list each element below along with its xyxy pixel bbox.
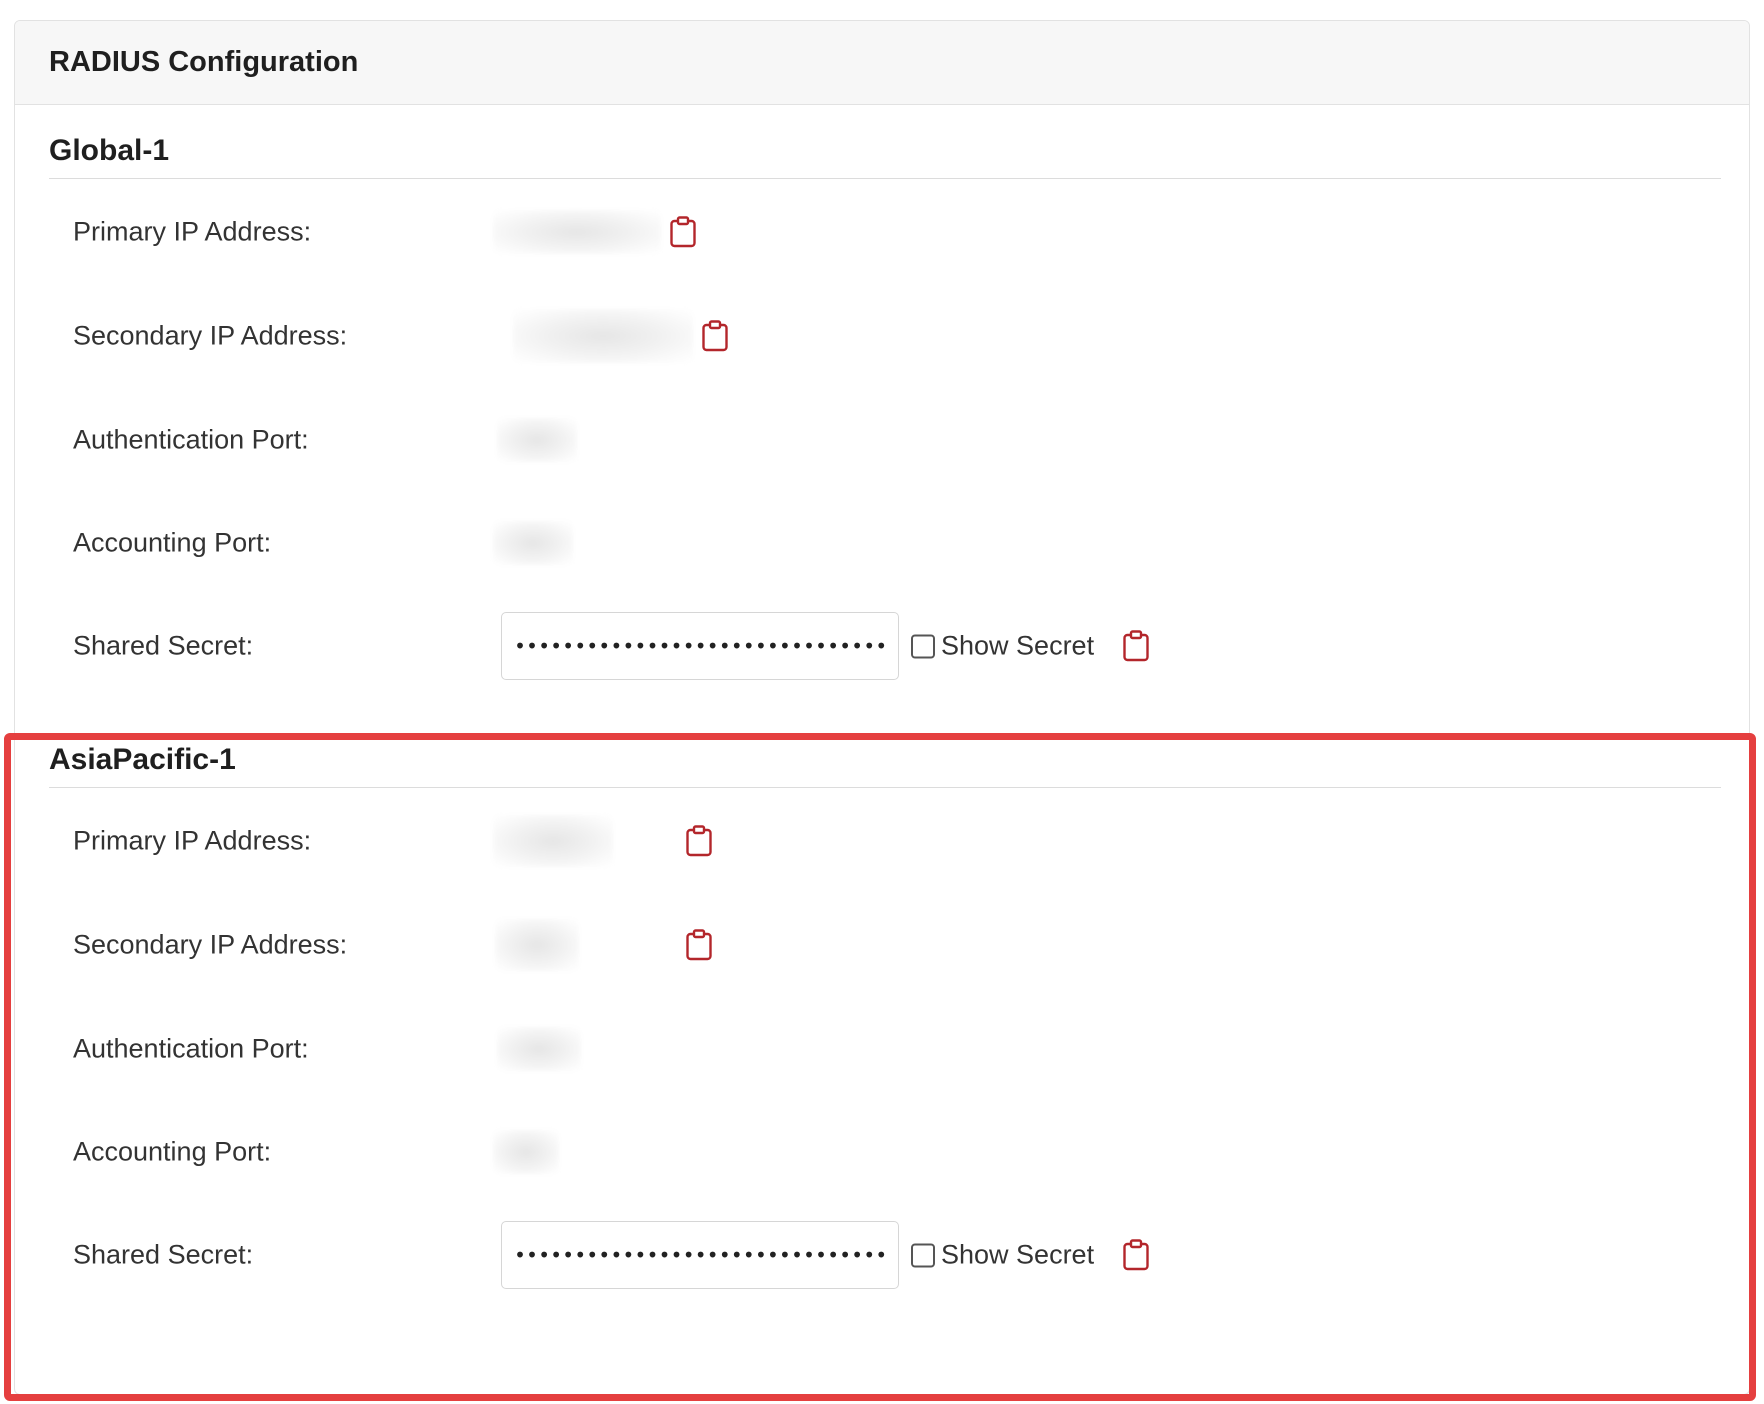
clipboard-icon[interactable] xyxy=(685,929,713,961)
shared-secret-row: Shared Secret: Show Secret xyxy=(73,1221,1713,1289)
section-asiapacific-1: AsiaPacific-1 Primary IP Address: Second… xyxy=(49,743,1721,1289)
acct-port-label: Accounting Port: xyxy=(73,1136,272,1167)
primary-ip-value-redacted xyxy=(493,815,613,867)
card-header: RADIUS Configuration xyxy=(15,21,1749,105)
show-secret-label: Show Secret xyxy=(941,1239,1095,1270)
acct-port-value-redacted xyxy=(493,1130,559,1174)
clipboard-icon[interactable] xyxy=(1122,1239,1150,1271)
primary-ip-value-redacted xyxy=(493,210,661,254)
section-title: AsiaPacific-1 xyxy=(49,743,1721,788)
acct-port-value-redacted xyxy=(493,521,573,565)
auth-port-label: Authentication Port: xyxy=(73,424,309,455)
acct-port-row: Accounting Port: xyxy=(73,1122,1713,1182)
auth-port-row: Authentication Port: xyxy=(73,1019,1713,1079)
clipboard-icon[interactable] xyxy=(669,216,697,248)
section-title: Global-1 xyxy=(49,134,1721,179)
acct-port-label: Accounting Port: xyxy=(73,527,272,558)
secondary-ip-value-redacted xyxy=(513,309,693,363)
acct-port-row: Accounting Port: xyxy=(73,513,1713,573)
auth-port-value-redacted xyxy=(497,1027,581,1071)
show-secret-checkbox[interactable] xyxy=(911,1243,935,1267)
auth-port-label: Authentication Port: xyxy=(73,1033,309,1064)
auth-port-value-redacted xyxy=(497,418,577,462)
shared-secret-label: Shared Secret: xyxy=(73,630,254,661)
auth-port-row: Authentication Port: xyxy=(73,410,1713,470)
secondary-ip-label: Secondary IP Address: xyxy=(73,929,348,960)
section-global-1: Global-1 Primary IP Address: Secondary I… xyxy=(49,134,1721,680)
primary-ip-label: Primary IP Address: xyxy=(73,825,312,856)
shared-secret-input[interactable] xyxy=(501,1221,899,1289)
secondary-ip-label: Secondary IP Address: xyxy=(73,320,348,351)
secondary-ip-value-redacted xyxy=(495,919,579,971)
radius-configuration-card: RADIUS Configuration Global-1 Primary IP… xyxy=(14,20,1750,1395)
show-secret-toggle[interactable]: Show Secret xyxy=(911,1240,1094,1271)
shared-secret-label: Shared Secret: xyxy=(73,1239,254,1270)
primary-ip-row: Primary IP Address: xyxy=(73,202,1713,262)
card-title: RADIUS Configuration xyxy=(49,46,359,78)
show-secret-checkbox[interactable] xyxy=(911,634,935,658)
clipboard-icon[interactable] xyxy=(1122,630,1150,662)
show-secret-toggle[interactable]: Show Secret xyxy=(911,631,1094,662)
show-secret-label: Show Secret xyxy=(941,630,1095,661)
clipboard-icon[interactable] xyxy=(685,825,713,857)
shared-secret-row: Shared Secret: Show Secret xyxy=(73,612,1713,680)
primary-ip-label: Primary IP Address: xyxy=(73,216,312,247)
secondary-ip-row: Secondary IP Address: xyxy=(73,306,1713,366)
shared-secret-input[interactable] xyxy=(501,612,899,680)
secondary-ip-row: Secondary IP Address: xyxy=(73,915,1713,975)
clipboard-icon[interactable] xyxy=(701,320,729,352)
primary-ip-row: Primary IP Address: xyxy=(73,811,1713,871)
